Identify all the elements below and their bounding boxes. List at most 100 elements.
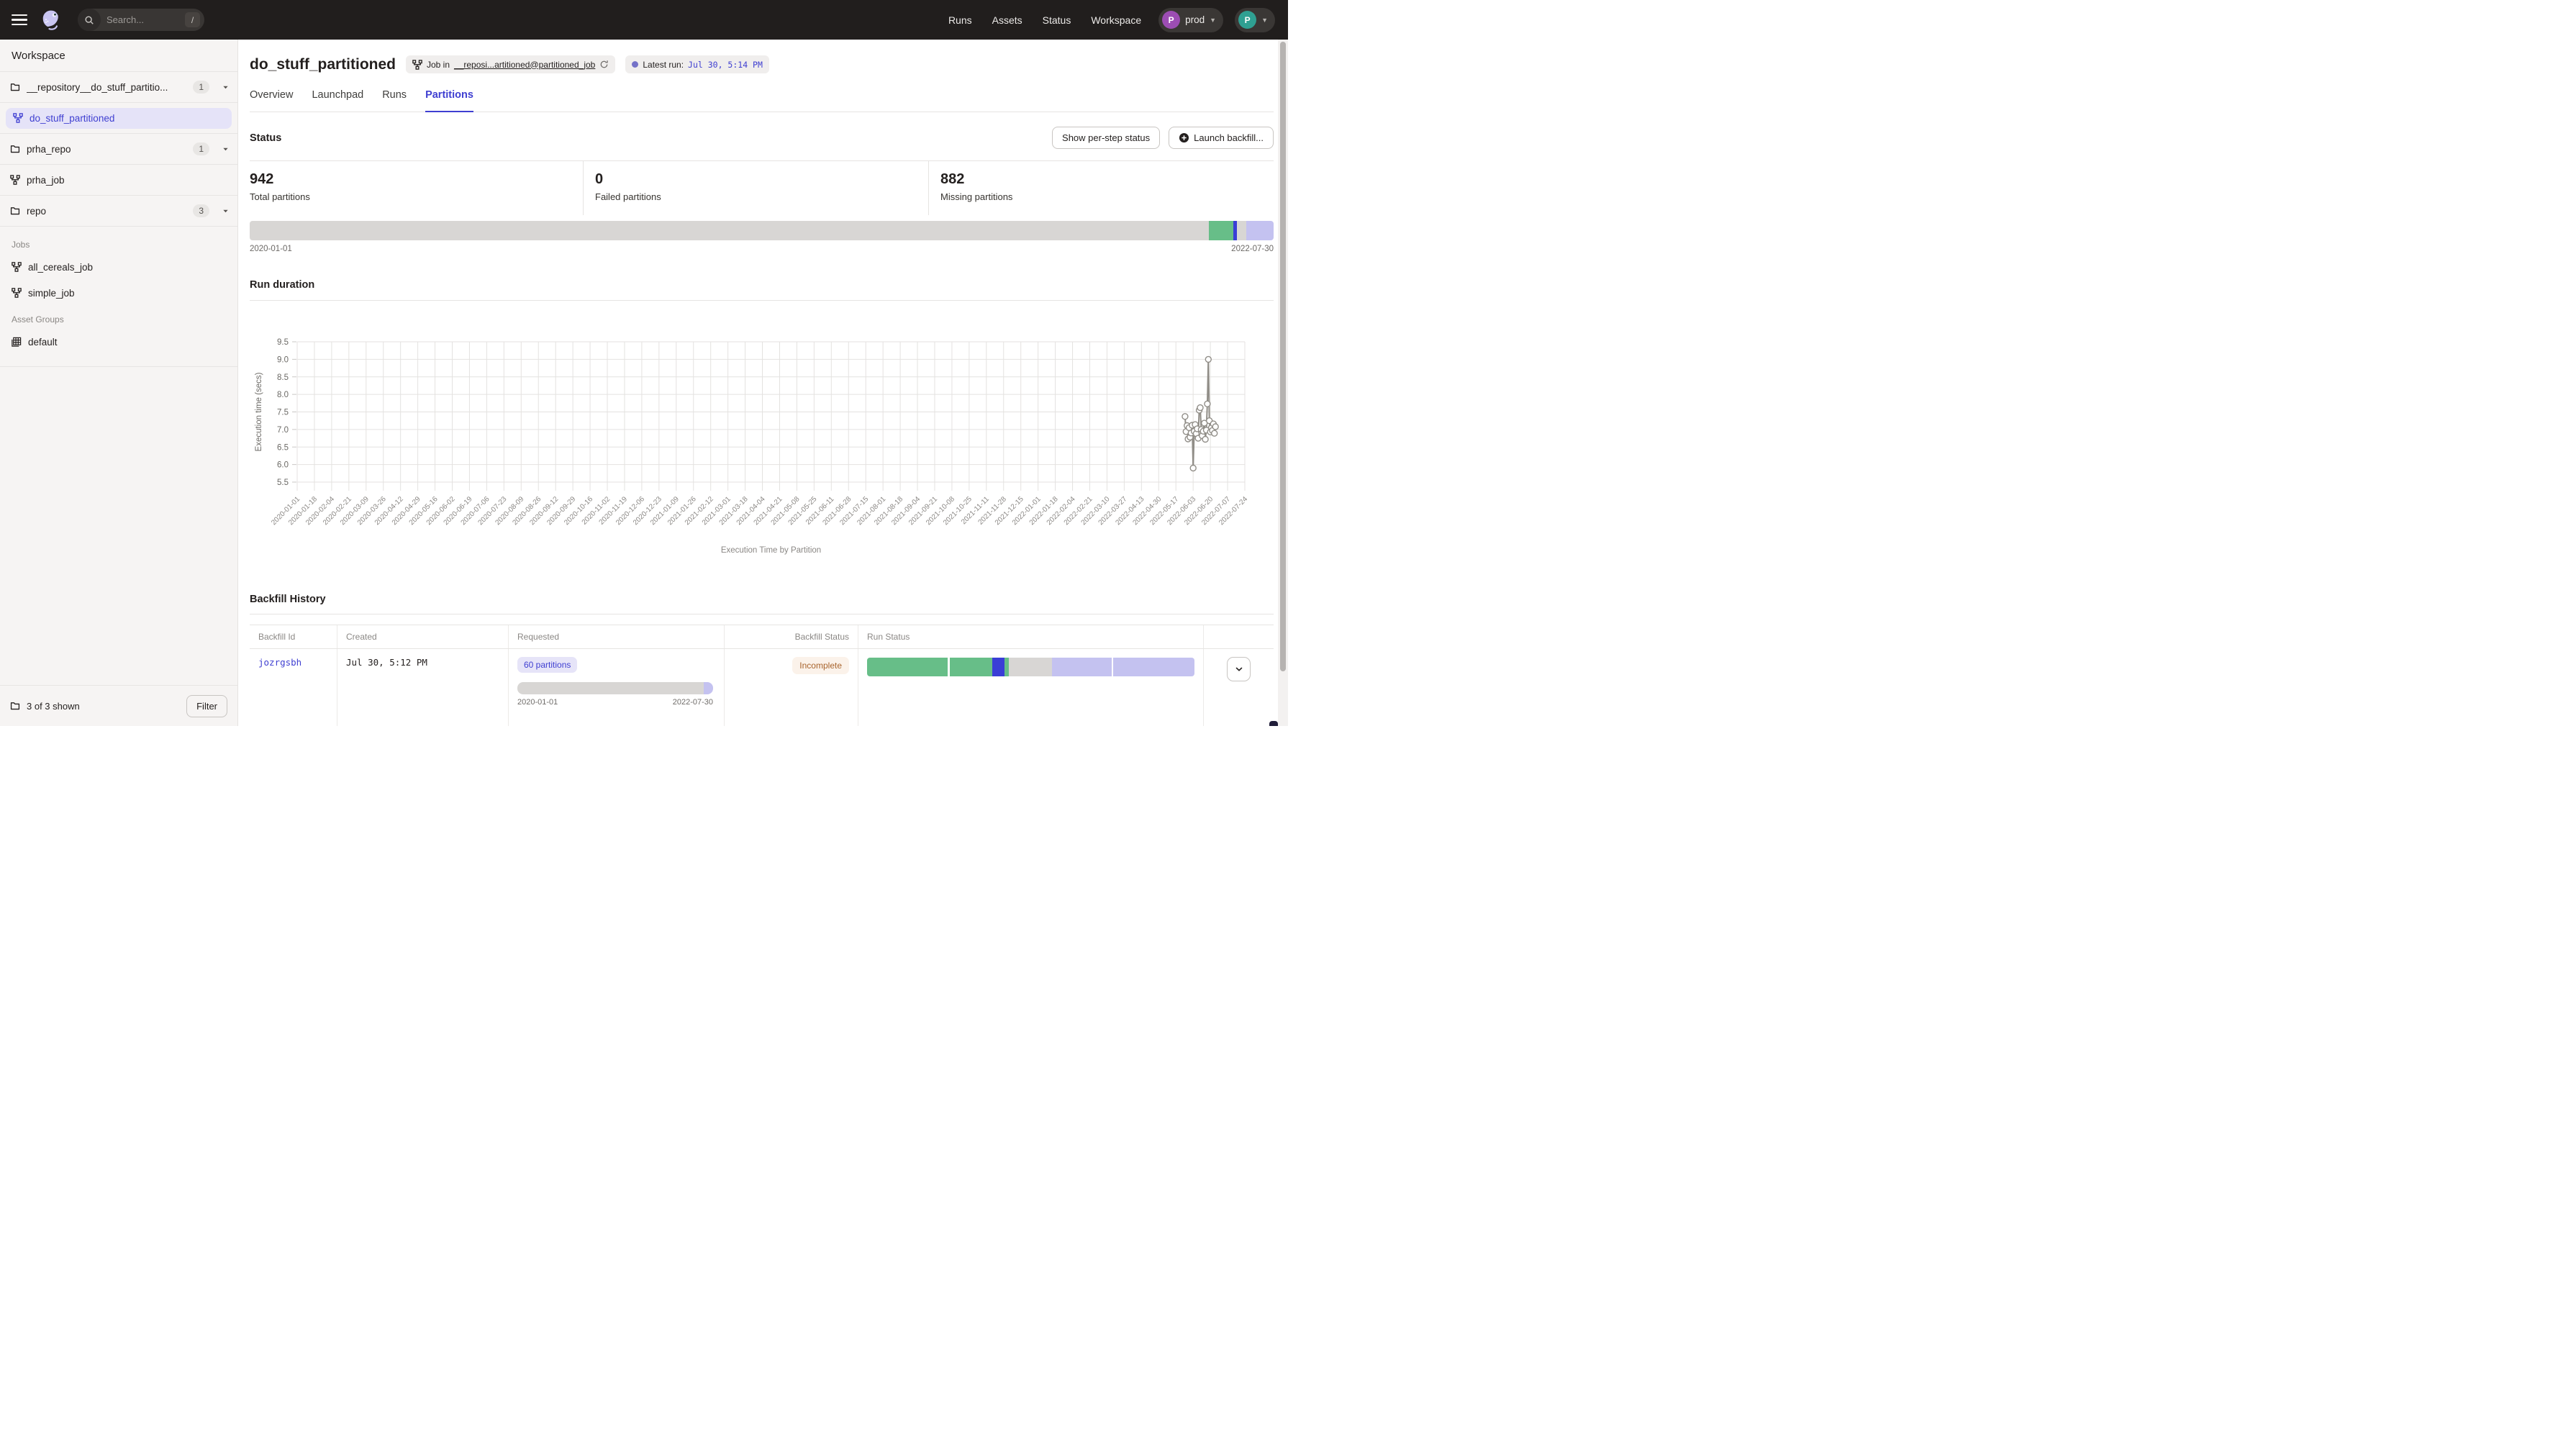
tab-runs[interactable]: Runs	[382, 89, 407, 112]
latest-run-badge: Latest run: Jul 30, 5:14 PM	[625, 55, 769, 73]
sidebar-item-label: prha_repo	[27, 144, 71, 155]
item-count-badge: 3	[193, 204, 209, 217]
svg-text:9.0: 9.0	[277, 355, 289, 364]
column-header-created: Created	[337, 625, 509, 648]
svg-text:6.0: 6.0	[277, 461, 289, 470]
expand-row-button[interactable]	[1227, 657, 1251, 681]
job-badge-prefix: Job in	[427, 60, 450, 70]
bar-segment-green	[950, 658, 993, 676]
sidebar-title: Workspace	[0, 40, 237, 72]
item-count-badge: 1	[193, 81, 209, 94]
stat-value: 942	[250, 171, 571, 188]
backfill-history-heading: Backfill History	[250, 594, 1274, 614]
sidebar-item--repository-do-stuff-partitio-[interactable]: __repository__do_stuff_partitio... 1	[0, 72, 237, 103]
job-tabs: Overview Launchpad Runs Partitions	[250, 89, 1274, 112]
sidebar-item-label: default	[28, 337, 58, 348]
latest-run-label: Latest run:	[643, 60, 684, 70]
job-icon	[10, 175, 20, 185]
table-body: jozrgsbh Jul 30, 5:12 PM60 partitions2020…	[250, 649, 1274, 726]
tab-launchpad[interactable]: Launchpad	[312, 89, 363, 112]
shown-count-text: 3 of 3 shown	[27, 701, 80, 712]
bar-segment-lavender	[1052, 658, 1112, 676]
hamburger-menu-icon[interactable]	[12, 14, 27, 26]
backfill-history-table: Backfill IdCreatedRequestedBackfill Stat…	[250, 625, 1274, 726]
deployment-switcher[interactable]: P prod ▼	[1158, 8, 1223, 32]
grid-icon	[12, 337, 22, 347]
user-menu[interactable]: P ▼	[1235, 8, 1275, 32]
dagster-app: / Runs Assets Status Workspace P prod ▼ P ▼…	[0, 0, 1288, 726]
main-content: do_stuff_partitioned Job in __reposi...a…	[238, 40, 1288, 726]
chevron-down-icon: ▼	[1261, 17, 1268, 24]
sidebar-item-repo[interactable]: repo3	[0, 196, 237, 227]
svg-text:9.5: 9.5	[277, 338, 289, 347]
dagster-logo-icon[interactable]	[40, 9, 62, 31]
search-icon	[78, 9, 101, 31]
nav-link-workspace[interactable]: Workspace	[1091, 14, 1141, 26]
nav-link-assets[interactable]: Assets	[992, 14, 1022, 26]
sidebar-item-label: do_stuff_partitioned	[30, 113, 114, 124]
chevron-down-icon[interactable]	[222, 146, 229, 153]
chevron-down-icon[interactable]	[222, 208, 229, 214]
column-header-requested: Requested	[509, 625, 725, 648]
stat-label: Total partitions	[250, 191, 571, 202]
chevron-down-icon[interactable]	[222, 84, 229, 91]
stat-total-partitions: 942 Total partitions	[250, 161, 584, 215]
partition-bar-start-date: 2020-01-01	[250, 245, 292, 253]
created-cell: Jul 30, 5:12 PM	[337, 649, 509, 726]
sidebar-item-prha-repo[interactable]: prha_repo1	[0, 134, 237, 165]
nav-link-status[interactable]: Status	[1043, 14, 1071, 26]
sidebar-item-label: __repository__do_stuff_partitio...	[27, 82, 168, 93]
stat-label: Missing partitions	[940, 191, 1262, 202]
scrollbar-thumb[interactable]	[1280, 42, 1286, 671]
sidebar-item-prha-job[interactable]: prha_job	[0, 165, 237, 196]
partition-bar-labels: 2020-01-01 2022-07-30	[250, 245, 1274, 253]
sidebar-item-default[interactable]: default	[0, 329, 237, 355]
bar-segment-blue	[992, 658, 1004, 676]
job-badge-target-link[interactable]: __reposi...artitioned@partitioned_job	[454, 60, 595, 70]
sidebar-item-do-stuff-partitioned[interactable]: do_stuff_partitioned	[0, 103, 237, 134]
svg-text:Execution Time by Partition: Execution Time by Partition	[721, 546, 821, 555]
bar-segment-green	[1209, 221, 1233, 240]
stat-failed-partitions: 0 Failed partitions	[584, 161, 929, 215]
search-input[interactable]	[101, 14, 185, 25]
column-header-run-status: Run Status	[858, 625, 1204, 648]
table-row: jozrgsbh Jul 30, 5:12 PM60 partitions2020…	[250, 649, 1274, 726]
range-end-date: 2022-07-30	[673, 698, 713, 707]
job-icon	[12, 262, 22, 272]
filter-button[interactable]: Filter	[186, 695, 227, 717]
svg-text:8.0: 8.0	[277, 391, 289, 399]
tab-partitions[interactable]: Partitions	[425, 89, 473, 112]
requested-cell: 60 partitions2020-01-012022-07-30	[509, 649, 725, 726]
sidebar-item-label: simple_job	[28, 288, 75, 299]
stat-value: 0	[595, 171, 917, 188]
page-header: do_stuff_partitioned Job in __reposi...a…	[250, 40, 1274, 73]
latest-run-link[interactable]: Jul 30, 5:14 PM	[688, 60, 763, 70]
column-header-actions	[1204, 625, 1274, 648]
bar-segment-gray	[1237, 221, 1246, 240]
folder-icon	[10, 206, 20, 216]
page-scrollbar	[1278, 40, 1288, 726]
search-bar[interactable]: /	[78, 9, 204, 31]
reload-icon[interactable]	[599, 60, 609, 69]
deployment-name: prod	[1185, 14, 1205, 25]
sidebar-sections: Jobsall_cereals_jobsimple_jobAsset Group…	[0, 227, 237, 367]
corner-widget-peek	[1269, 721, 1278, 726]
nav-link-runs[interactable]: Runs	[948, 14, 972, 26]
page-title: do_stuff_partitioned	[250, 56, 396, 73]
tab-overview[interactable]: Overview	[250, 89, 293, 112]
show-per-step-status-button[interactable]: Show per-step status	[1052, 127, 1160, 149]
run-status-bar	[867, 658, 1194, 676]
workspace-sidebar: Workspace __repository__do_stuff_partiti…	[0, 40, 238, 726]
stat-label: Failed partitions	[595, 191, 917, 202]
status-row: Status Show per-step status Launch backf…	[250, 127, 1274, 149]
backfill-id-link[interactable]: jozrgsbh	[258, 657, 301, 668]
selected-item-pill: do_stuff_partitioned	[6, 108, 232, 129]
table-header-row: Backfill IdCreatedRequestedBackfill Stat…	[250, 625, 1274, 649]
sidebar-item-all_cereals_job[interactable]: all_cereals_job	[0, 254, 237, 280]
partition-bar-end-date: 2022-07-30	[1231, 245, 1274, 253]
job-icon	[13, 113, 23, 123]
bar-segment-green	[1004, 658, 1010, 676]
deployment-avatar: P	[1162, 11, 1180, 29]
launch-backfill-button[interactable]: Launch backfill...	[1169, 127, 1274, 149]
sidebar-item-simple_job[interactable]: simple_job	[0, 280, 237, 306]
